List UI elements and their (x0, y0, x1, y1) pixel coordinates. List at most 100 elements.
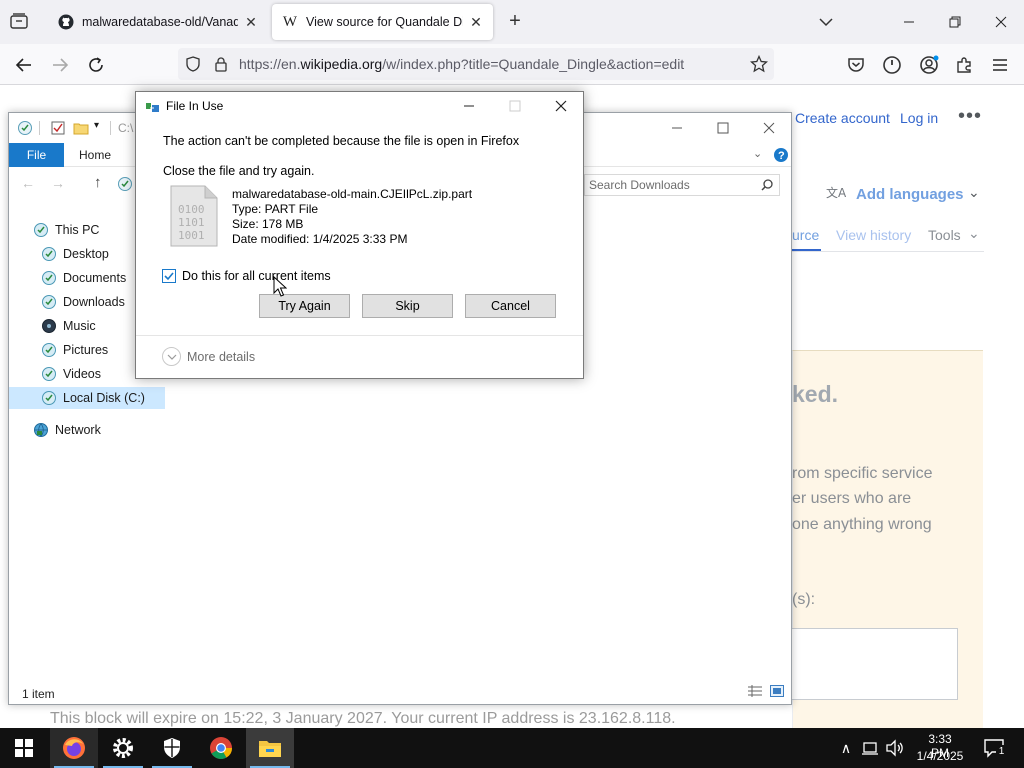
minimize-button[interactable] (886, 0, 932, 44)
url-domain: wikipedia.org (300, 56, 383, 72)
quick-access-dropdown-icon[interactable]: ▾ (94, 120, 99, 131)
blocked-heading: ked. (792, 381, 839, 407)
explorer-close-button[interactable] (746, 113, 792, 143)
taskbar-chrome[interactable] (197, 728, 245, 768)
more-options-icon[interactable]: ••• (958, 105, 982, 128)
nav-item-label: Downloads (63, 295, 125, 309)
nav-item-network[interactable]: Network (9, 419, 165, 441)
skip-button[interactable]: Skip (362, 294, 453, 318)
apply-to-all-checkbox[interactable] (162, 269, 176, 283)
svg-text:?: ? (778, 150, 785, 162)
close-tab-icon[interactable]: ✕ (244, 14, 258, 31)
ribbon-home-tab[interactable]: Home (79, 143, 111, 167)
list-all-tabs-icon[interactable] (816, 12, 836, 32)
forward-arrow-icon (53, 58, 69, 72)
reload-button[interactable] (85, 54, 107, 76)
extensions-button[interactable] (953, 54, 975, 76)
block-expiry-text: This block will expire on 15:22, 3 Janua… (50, 710, 676, 727)
forward-button[interactable] (49, 54, 71, 76)
start-button[interactable] (0, 728, 48, 768)
new-tab-button[interactable]: + (504, 10, 526, 32)
tools-chevron-icon: ⌄ (968, 225, 980, 241)
nav-item-label: Videos (63, 367, 101, 381)
taskbar-firefox[interactable] (50, 728, 98, 768)
log-in-link[interactable]: Log in (900, 110, 938, 126)
ribbon-file-tab[interactable]: File (9, 143, 64, 167)
tab-view-history[interactable]: View history (836, 227, 911, 243)
search-downloads-input[interactable]: Search Downloads (584, 174, 780, 196)
dialog-close-button[interactable] (538, 92, 584, 120)
tab-wikipedia[interactable]: W View source for Quandale Dingl ✕ (272, 4, 493, 40)
svg-text:0100: 0100 (178, 203, 205, 216)
chevron-down-icon: ⌄ (968, 184, 980, 200)
firefox-icon (63, 737, 85, 759)
minimize-icon (464, 105, 474, 107)
add-languages-button[interactable]: Add languages (856, 186, 964, 203)
vpn-button[interactable] (881, 54, 903, 76)
power-circle-icon (883, 56, 901, 74)
more-details-toggle[interactable]: More details (162, 347, 255, 366)
pocket-icon (848, 58, 864, 72)
details-view-icon[interactable] (747, 685, 763, 697)
language-icon: 文A (826, 185, 846, 200)
back-arrow-icon (15, 58, 31, 72)
file-name: malwaredatabase-old-main.CJEIlPcL.zip.pa… (232, 187, 473, 201)
taskbar-security[interactable] (148, 728, 196, 768)
dialog-title: File In Use (166, 99, 224, 113)
network-tray-icon[interactable] (861, 738, 881, 758)
close-window-button[interactable] (978, 0, 1024, 44)
cancel-button[interactable]: Cancel (465, 294, 556, 318)
create-account-link[interactable]: Create account (795, 110, 890, 126)
svg-text:1101: 1101 (178, 216, 205, 229)
back-button[interactable] (13, 54, 35, 76)
wikipedia-icon: W (282, 13, 298, 30)
account-button[interactable] (918, 54, 940, 76)
properties-checkbox-icon[interactable] (50, 120, 66, 136)
explorer-status-bar-text: 1 item (22, 687, 55, 701)
apply-to-all-option[interactable]: Do this for all current items (162, 269, 331, 283)
mouse-cursor-icon (273, 276, 287, 297)
explorer-maximize-button[interactable] (700, 113, 746, 143)
volume-icon[interactable] (885, 738, 905, 758)
clock-date[interactable]: 1/4/2025 (911, 749, 969, 763)
search-icon (761, 179, 773, 191)
large-icons-view-icon[interactable] (770, 685, 784, 697)
nav-item-local-disk[interactable]: Local Disk (C:) (9, 387, 165, 409)
up-arrow-icon[interactable]: ↑ (94, 174, 102, 191)
application-menu-button[interactable] (989, 54, 1011, 76)
explorer-back-icon[interactable]: ← (21, 175, 35, 191)
browser-tab-bar: malwaredatabase-old/Vanadiu ✕ W View sou… (0, 0, 1024, 44)
explorer-forward-icon[interactable]: → (51, 175, 65, 191)
account-avatar-icon (920, 55, 939, 74)
show-hidden-icons-chevron-icon[interactable]: ∧ (836, 738, 856, 758)
url-text[interactable]: https://en.wikipedia.org/w/index.php?tit… (239, 56, 684, 72)
dialog-divider (136, 335, 583, 336)
url-bar[interactable]: https://en.wikipedia.org/w/index.php?tit… (178, 48, 774, 80)
bookmark-star-icon[interactable] (750, 55, 768, 73)
checkmark-icon (164, 272, 174, 281)
close-tab-icon[interactable]: ✕ (469, 14, 483, 31)
notifications-button[interactable]: 1 (983, 738, 1007, 758)
help-icon[interactable]: ? (773, 147, 789, 163)
tab-view-source[interactable]: urce (792, 227, 819, 243)
close-icon (995, 16, 1007, 28)
tools-menu[interactable]: Tools (928, 227, 961, 243)
taskbar-settings[interactable] (99, 728, 147, 768)
dialog-message: The action can't be completed because th… (163, 134, 520, 148)
ribbon-expand-chevron-icon[interactable]: ⌄ (753, 147, 762, 160)
documents-folder-icon (41, 270, 57, 286)
restore-button[interactable] (932, 0, 978, 44)
tab-title: malwaredatabase-old/Vanadiu (82, 15, 238, 29)
lock-icon[interactable] (213, 56, 229, 72)
firefox-view-icon[interactable] (10, 13, 28, 29)
dialog-minimize-button[interactable] (446, 92, 492, 120)
tracking-protection-shield-icon[interactable] (185, 56, 201, 72)
explorer-minimize-button[interactable] (654, 113, 700, 143)
new-folder-icon[interactable] (73, 120, 89, 136)
taskbar-file-explorer[interactable] (246, 728, 294, 768)
file-date-modified: Date modified: 1/4/2025 3:33 PM (232, 232, 408, 246)
pocket-button[interactable] (845, 54, 867, 76)
nav-item-label: This PC (55, 223, 100, 237)
tab-github[interactable]: malwaredatabase-old/Vanadiu ✕ (48, 4, 268, 40)
maximize-icon (717, 122, 729, 134)
